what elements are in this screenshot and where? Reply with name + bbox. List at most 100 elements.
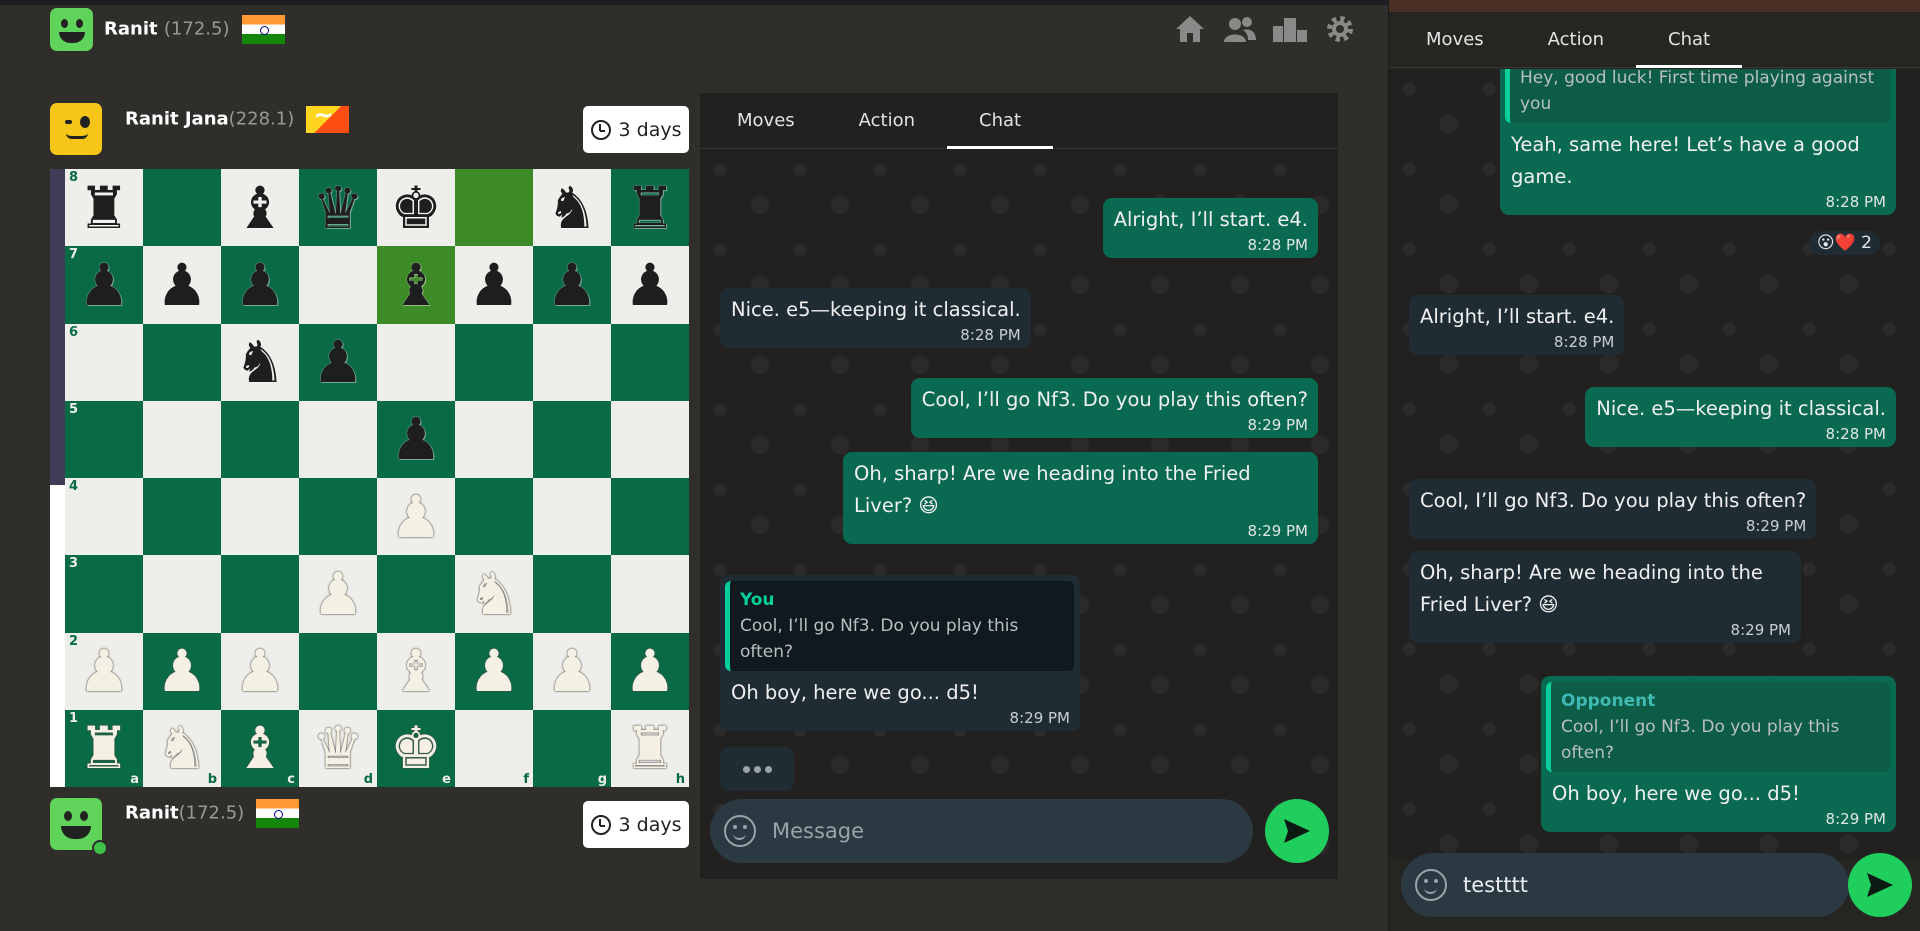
opponent-name[interactable]: Ranit Jana(228.1) [125, 101, 349, 133]
square-g6[interactable] [533, 323, 611, 401]
black-bishop-piece[interactable]: ♝ [234, 179, 286, 237]
square-e7[interactable]: ♝ [377, 246, 455, 324]
square-e3[interactable] [377, 555, 455, 633]
white-pawn-piece[interactable]: ♟ [624, 642, 676, 700]
black-pawn-piece[interactable]: ♟ [468, 256, 520, 314]
emoji-icon[interactable] [724, 815, 756, 847]
square-c6[interactable]: ♞ [221, 323, 299, 401]
black-queen-piece[interactable]: ♛ [312, 179, 364, 237]
white-bishop-piece[interactable]: ♝ [234, 719, 286, 777]
square-c8[interactable]: ♝ [221, 169, 299, 247]
square-c5[interactable] [221, 400, 299, 478]
black-knight-piece[interactable]: ♞ [546, 179, 598, 237]
white-pawn-piece[interactable]: ♟ [78, 642, 130, 700]
square-f1[interactable]: f [455, 709, 533, 787]
message-bubble[interactable]: Alright, I’ll start. e4. 8:28 PM [1409, 295, 1625, 355]
square-f3[interactable]: ♞ [455, 555, 533, 633]
square-a2[interactable]: 2 ♟ [65, 632, 143, 710]
square-f5[interactable] [455, 400, 533, 478]
leaderboard-icon[interactable] [1272, 13, 1308, 45]
square-e6[interactable] [377, 323, 455, 401]
white-bishop-piece[interactable]: ♝ [390, 642, 442, 700]
opponent-avatar[interactable] [50, 103, 102, 155]
white-pawn-piece[interactable]: ♟ [234, 642, 286, 700]
black-pawn-piece[interactable]: ♟ [624, 256, 676, 314]
square-h8[interactable]: ♜ [611, 169, 689, 247]
square-g2[interactable]: ♟ [533, 632, 611, 710]
square-f6[interactable] [455, 323, 533, 401]
square-h1[interactable]: h ♜ [611, 709, 689, 787]
square-d6[interactable]: ♟ [299, 323, 377, 401]
square-h7[interactable]: ♟ [611, 246, 689, 324]
black-pawn-piece[interactable]: ♟ [78, 256, 130, 314]
black-rook-piece[interactable]: ♜ [624, 179, 676, 237]
top-player-avatar[interactable] [50, 8, 93, 51]
square-b1[interactable]: b ♞ [143, 709, 221, 787]
square-f8[interactable] [455, 169, 533, 247]
message-bubble[interactable]: You Cool, I’ll go Nf3. Do you play this … [720, 575, 1080, 731]
square-e2[interactable]: ♝ [377, 632, 455, 710]
square-a7[interactable]: 7 ♟ [65, 246, 143, 324]
white-rook-piece[interactable]: ♜ [624, 719, 676, 777]
square-a4[interactable]: 4 [65, 478, 143, 556]
square-h6[interactable] [611, 323, 689, 401]
chess-board[interactable]: 8 ♜ ♝ ♛ ♚ ♞ ♜ 7 ♟ ♟ ♟ ♝ ♟ ♟ ♟ 6 ♞ ♟ 5 ♟ 4 ♟ 3 ♟ ♞ 2 ♟ ♟ ♟ ♝ ♟ ♟ ♟ 1 a ♜ b ♞ c ♝… [65, 169, 689, 787]
square-c1[interactable]: c ♝ [221, 709, 299, 787]
message-bubble[interactable]: Cool, I’ll go Nf3. Do you play this ofte… [1409, 479, 1817, 539]
message-input[interactable] [1463, 873, 1811, 897]
message-input[interactable] [772, 819, 1196, 843]
white-pawn-piece[interactable]: ♟ [312, 565, 364, 623]
quoted-message[interactable]: Opponent Cool, I’ll go Nf3. Do you play … [1546, 682, 1890, 772]
white-queen-piece[interactable]: ♛ [312, 719, 364, 777]
white-pawn-piece[interactable]: ♟ [156, 642, 208, 700]
white-pawn-piece[interactable]: ♟ [546, 642, 598, 700]
emoji-icon[interactable] [1415, 869, 1447, 901]
black-king-piece[interactable]: ♚ [390, 179, 442, 237]
settings-icon[interactable] [1322, 13, 1358, 45]
tab-moves[interactable]: Moves [1394, 12, 1516, 67]
square-b3[interactable] [143, 555, 221, 633]
self-avatar[interactable] [50, 798, 108, 856]
black-pawn-piece[interactable]: ♟ [546, 256, 598, 314]
square-g5[interactable] [533, 400, 611, 478]
tab-moves[interactable]: Moves [705, 93, 827, 148]
self-name[interactable]: Ranit(172.5) [125, 799, 300, 828]
tab-action[interactable]: Action [1516, 12, 1636, 67]
square-d2[interactable] [299, 632, 377, 710]
home-icon[interactable] [1172, 13, 1208, 45]
square-a1[interactable]: 1 a ♜ [65, 709, 143, 787]
square-b4[interactable] [143, 478, 221, 556]
square-e5[interactable]: ♟ [377, 400, 455, 478]
square-b6[interactable] [143, 323, 221, 401]
square-d8[interactable]: ♛ [299, 169, 377, 247]
square-a5[interactable]: 5 [65, 400, 143, 478]
black-pawn-piece[interactable]: ♟ [312, 333, 364, 391]
square-h3[interactable] [611, 555, 689, 633]
square-d3[interactable]: ♟ [299, 555, 377, 633]
square-f4[interactable] [455, 478, 533, 556]
tab-action[interactable]: Action [827, 93, 947, 148]
white-pawn-piece[interactable]: ♟ [468, 642, 520, 700]
white-rook-piece[interactable]: ♜ [78, 719, 130, 777]
white-pawn-piece[interactable]: ♟ [390, 488, 442, 546]
black-pawn-piece[interactable]: ♟ [234, 256, 286, 314]
message-bubble[interactable]: Cool, I’ll go Nf3. Do you play this ofte… [910, 378, 1318, 438]
square-a6[interactable]: 6 [65, 323, 143, 401]
top-player-name[interactable]: Ranit (172.5) [104, 15, 285, 44]
message-bubble[interactable]: Opponent Cool, I’ll go Nf3. Do you play … [1541, 676, 1896, 832]
black-pawn-piece[interactable]: ♟ [390, 410, 442, 468]
message-reactions[interactable]: 😮❤️ 2 [1808, 231, 1880, 255]
square-d5[interactable] [299, 400, 377, 478]
square-a3[interactable]: 3 [65, 555, 143, 633]
message-bubble[interactable]: Oh, sharp! Are we heading into the Fried… [1409, 551, 1801, 643]
square-h4[interactable] [611, 478, 689, 556]
square-g1[interactable]: g [533, 709, 611, 787]
square-g3[interactable] [533, 555, 611, 633]
square-b5[interactable] [143, 400, 221, 478]
square-c4[interactable] [221, 478, 299, 556]
square-g4[interactable] [533, 478, 611, 556]
square-c7[interactable]: ♟ [221, 246, 299, 324]
quoted-message[interactable]: Hey, good luck! First time playing again… [1505, 69, 1890, 123]
white-knight-piece[interactable]: ♞ [156, 719, 208, 777]
square-a8[interactable]: 8 ♜ [65, 169, 143, 247]
